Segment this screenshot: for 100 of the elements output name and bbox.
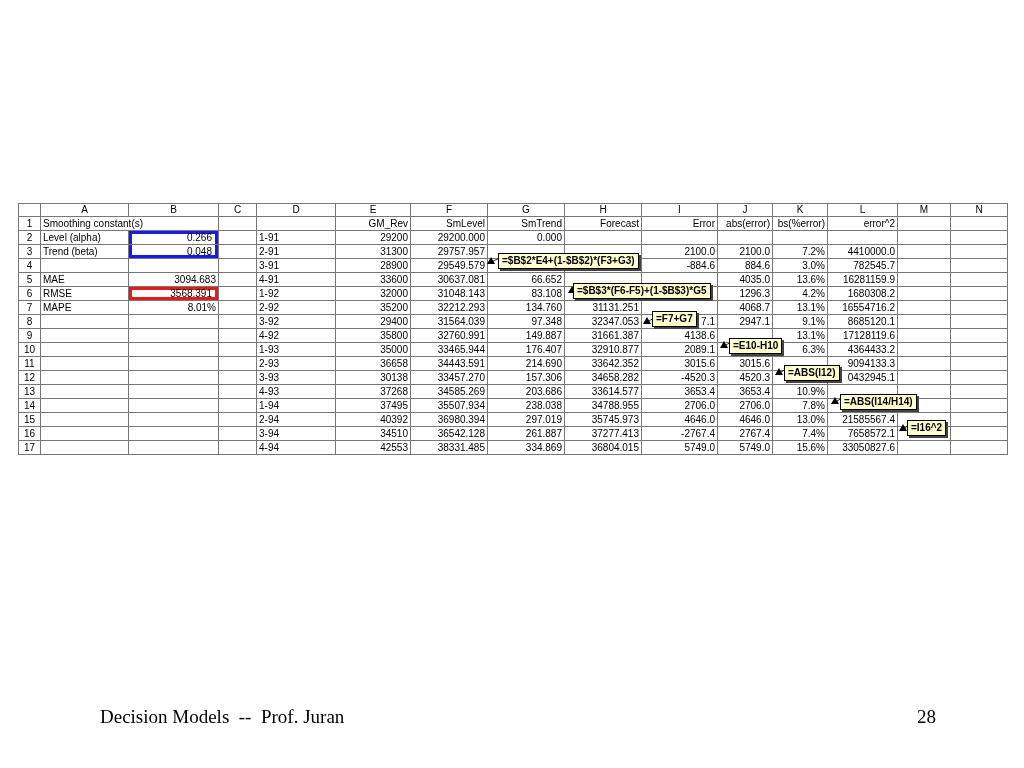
table-cell: 36658 bbox=[335, 356, 411, 371]
table-cell: 3568.391 bbox=[128, 286, 219, 301]
table-cell: 29757.957 bbox=[410, 244, 488, 259]
row-header[interactable]: 10 bbox=[18, 342, 41, 357]
table-cell: MAE bbox=[40, 272, 129, 287]
table-cell: 33642.352 bbox=[564, 356, 642, 371]
row-header[interactable]: 16 bbox=[18, 426, 41, 441]
table-cell: 134.760 bbox=[487, 300, 565, 315]
table-cell: 2706.0 bbox=[717, 398, 773, 413]
table-cell: 2-94 bbox=[256, 412, 336, 427]
column-header[interactable]: E bbox=[335, 203, 411, 217]
column-header[interactable]: C bbox=[218, 203, 257, 217]
row-header[interactable]: 6 bbox=[18, 286, 41, 301]
column-header[interactable]: G bbox=[487, 203, 565, 217]
table-cell: 15.6% bbox=[772, 440, 828, 455]
row-header[interactable]: 8 bbox=[18, 314, 41, 329]
formula-note: =I16^2 bbox=[907, 420, 947, 436]
table-cell: 8.01% bbox=[128, 300, 219, 315]
table-cell: 0.266 bbox=[128, 230, 219, 245]
column-header[interactable]: N bbox=[950, 203, 1008, 217]
row-header[interactable]: 9 bbox=[18, 328, 41, 343]
table-cell: -4520.3 bbox=[641, 370, 718, 385]
table-cell: 3-92 bbox=[256, 314, 336, 329]
table-cell: 34788.955 bbox=[564, 398, 642, 413]
table-cell: 3015.6 bbox=[641, 356, 718, 371]
table-cell: 3-91 bbox=[256, 258, 336, 273]
column-header[interactable]: J bbox=[717, 203, 773, 217]
table-cell: Error bbox=[641, 216, 718, 231]
column-header[interactable]: M bbox=[897, 203, 951, 217]
table-cell: 2100.0 bbox=[641, 244, 718, 259]
table-cell: 28900 bbox=[335, 258, 411, 273]
table-cell: RMSE bbox=[40, 286, 129, 301]
slide-title: Decision Models -- Prof. Juran bbox=[100, 706, 345, 728]
table-cell: 36804.015 bbox=[564, 440, 642, 455]
row-header[interactable]: 5 bbox=[18, 272, 41, 287]
leader-arrow bbox=[899, 424, 909, 432]
table-cell: 33600 bbox=[335, 272, 411, 287]
formula-note: =E10-H10 bbox=[729, 338, 783, 354]
column-header[interactable]: B bbox=[128, 203, 219, 217]
table-cell: 2-92 bbox=[256, 300, 336, 315]
table-cell: 42553 bbox=[335, 440, 411, 455]
column-header[interactable]: L bbox=[827, 203, 898, 217]
column-header[interactable]: A bbox=[40, 203, 129, 217]
table-cell: 34658.282 bbox=[564, 370, 642, 385]
table-cell: 37268 bbox=[335, 384, 411, 399]
table-cell: 157.306 bbox=[487, 370, 565, 385]
table-cell: 34510 bbox=[335, 426, 411, 441]
table-cell: 35745.973 bbox=[564, 412, 642, 427]
row-header[interactable]: 15 bbox=[18, 412, 41, 427]
row-header[interactable]: 4 bbox=[18, 258, 41, 273]
row-header[interactable]: 12 bbox=[18, 370, 41, 385]
table-cell: 31048.143 bbox=[410, 286, 488, 301]
table-cell: 29200 bbox=[335, 230, 411, 245]
table-cell: 297.019 bbox=[487, 412, 565, 427]
table-cell: MAPE bbox=[40, 300, 129, 315]
row-header[interactable]: 1 bbox=[18, 216, 41, 231]
row-header[interactable]: 11 bbox=[18, 356, 41, 371]
table-cell: 29400 bbox=[335, 314, 411, 329]
table-cell: 884.6 bbox=[717, 258, 773, 273]
table-cell: SmLevel bbox=[410, 216, 488, 231]
table-cell: 4-91 bbox=[256, 272, 336, 287]
table-cell: 4410000.0 bbox=[827, 244, 898, 259]
formula-note: =$B$2*E4+(1-$B$2)*(F3+G3) bbox=[498, 253, 639, 269]
table-cell: 36542.128 bbox=[410, 426, 488, 441]
table-cell: 4646.0 bbox=[717, 412, 773, 427]
table-cell: 2089.1 bbox=[641, 342, 718, 357]
table-cell: 8685120.1 bbox=[827, 314, 898, 329]
table-cell: 34443.591 bbox=[410, 356, 488, 371]
formula-note: =ABS(I14/H14) bbox=[840, 394, 917, 410]
row-header[interactable]: 13 bbox=[18, 384, 41, 399]
table-cell: Forecast bbox=[564, 216, 642, 231]
column-header[interactable]: F bbox=[410, 203, 488, 217]
column-header[interactable]: H bbox=[564, 203, 642, 217]
table-cell: 13.1% bbox=[772, 300, 828, 315]
table-cell: 17128119.6 bbox=[827, 328, 898, 343]
row-header[interactable]: 7 bbox=[18, 300, 41, 315]
table-cell: 3094.683 bbox=[128, 272, 219, 287]
table-cell: 13.6% bbox=[772, 272, 828, 287]
table-cell: 176.407 bbox=[487, 342, 565, 357]
table-cell: 782545.7 bbox=[827, 258, 898, 273]
column-header[interactable]: I bbox=[641, 203, 718, 217]
column-header[interactable]: K bbox=[772, 203, 828, 217]
table-cell: 32212.293 bbox=[410, 300, 488, 315]
table-cell: 5749.0 bbox=[641, 440, 718, 455]
table-cell: 0.048 bbox=[128, 244, 219, 259]
row-header[interactable]: 17 bbox=[18, 440, 41, 455]
table-cell: 16554716.2 bbox=[827, 300, 898, 315]
table-cell: 97.348 bbox=[487, 314, 565, 329]
leader-arrow bbox=[775, 368, 786, 376]
table-cell: 5749.0 bbox=[717, 440, 773, 455]
row-header[interactable]: 2 bbox=[18, 230, 41, 245]
table-cell: 214.690 bbox=[487, 356, 565, 371]
table-cell: 32910.877 bbox=[564, 342, 642, 357]
column-header[interactable]: D bbox=[256, 203, 336, 217]
row-header[interactable]: 3 bbox=[18, 244, 41, 259]
row-header[interactable]: 14 bbox=[18, 398, 41, 413]
table-cell: 10.9% bbox=[772, 384, 828, 399]
table-cell: 2947.1 bbox=[717, 314, 773, 329]
table-cell: 33614.577 bbox=[564, 384, 642, 399]
table-cell: 2767.4 bbox=[717, 426, 773, 441]
